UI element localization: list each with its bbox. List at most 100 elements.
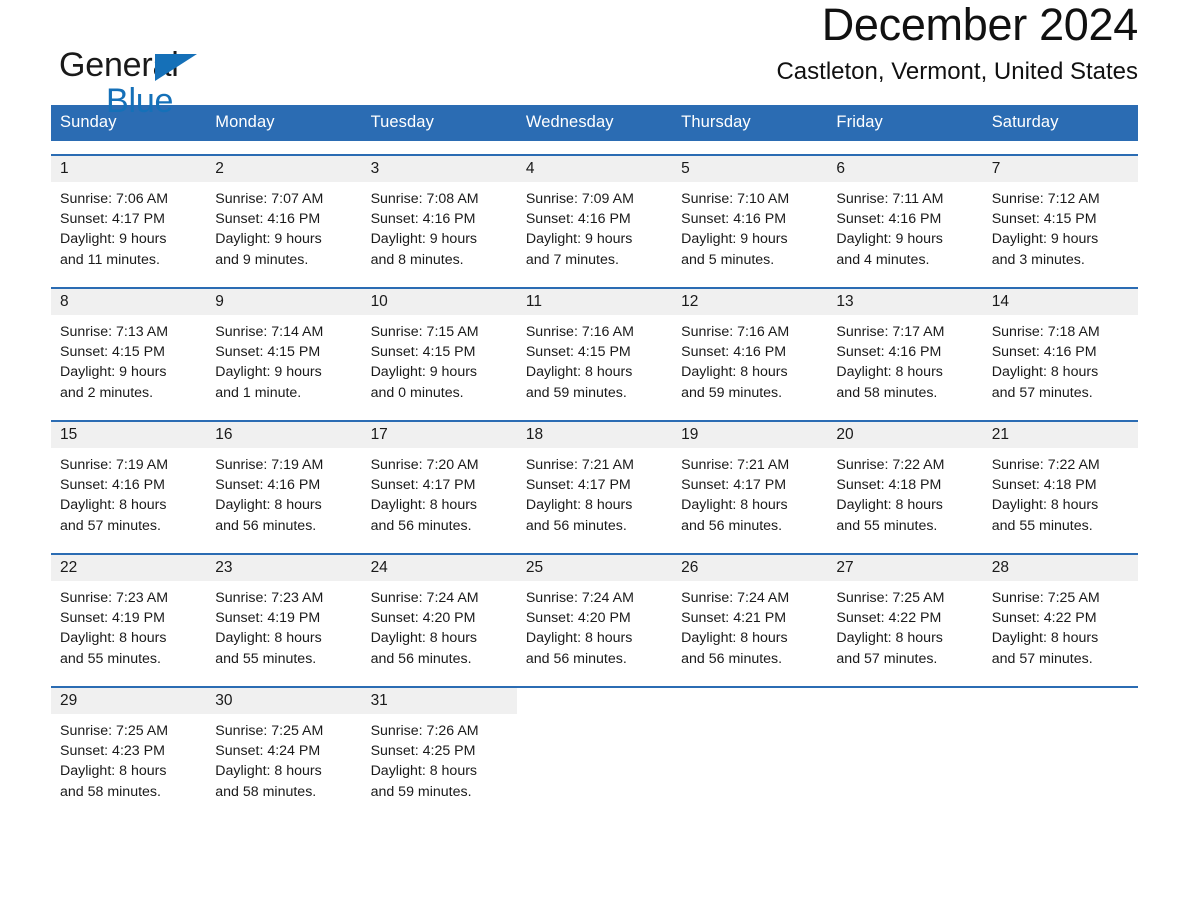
day-number-band: 31 <box>361 688 517 714</box>
day-details: Sunrise: 7:16 AM Sunset: 4:16 PM Dayligh… <box>672 315 827 403</box>
day-cell[interactable]: 23 Sunrise: 7:23 AM Sunset: 4:19 PM Dayl… <box>206 555 362 673</box>
day-number: 21 <box>991 426 1009 443</box>
day-cell[interactable]: 12 Sunrise: 7:16 AM Sunset: 4:16 PM Dayl… <box>672 289 828 407</box>
daylight-text-line1: Daylight: 8 hours <box>370 497 478 514</box>
day-cell[interactable]: 21 Sunrise: 7:22 AM Sunset: 4:18 PM Dayl… <box>982 422 1138 540</box>
day-cell[interactable]: 26 Sunrise: 7:24 AM Sunset: 4:21 PM Dayl… <box>672 555 828 673</box>
daylight-text-line1: Daylight: 8 hours <box>60 763 167 780</box>
day-cell[interactable]: 20 Sunrise: 7:22 AM Sunset: 4:18 PM Dayl… <box>827 422 983 540</box>
day-cell[interactable]: 15 Sunrise: 7:19 AM Sunset: 4:16 PM Dayl… <box>51 422 207 540</box>
sunset-text: Sunset: 4:19 PM <box>215 610 321 627</box>
day-details: Sunrise: 7:23 AM Sunset: 4:19 PM Dayligh… <box>206 581 361 669</box>
daylight-text-line1: Daylight: 8 hours <box>991 630 1099 647</box>
day-cell[interactable]: 8 Sunrise: 7:13 AM Sunset: 4:15 PM Dayli… <box>51 289 207 407</box>
day-number-band: 21 <box>982 422 1138 448</box>
day-details: Sunrise: 7:21 AM Sunset: 4:17 PM Dayligh… <box>672 448 827 536</box>
daylight-text-line2: and 58 minutes. <box>215 783 317 800</box>
daylight-text-line2: and 57 minutes. <box>836 650 938 667</box>
day-cell[interactable]: 24 Sunrise: 7:24 AM Sunset: 4:20 PM Dayl… <box>361 555 517 673</box>
day-number: 9 <box>215 293 224 310</box>
day-number-band: 12 <box>672 289 828 315</box>
day-cell[interactable]: 6 Sunrise: 7:11 AM Sunset: 4:16 PM Dayli… <box>827 156 983 274</box>
day-cell[interactable]: 3 Sunrise: 7:08 AM Sunset: 4:16 PM Dayli… <box>361 156 517 274</box>
day-number-band: 10 <box>361 289 517 315</box>
daylight-text-line2: and 56 minutes. <box>215 517 317 534</box>
day-number: 16 <box>215 426 233 443</box>
page-header: General Blue December 2024 Castleton, Ve… <box>51 0 1138 118</box>
day-cell[interactable]: 27 Sunrise: 7:25 AM Sunset: 4:22 PM Dayl… <box>827 555 983 673</box>
daylight-text-line2: and 56 minutes. <box>525 650 627 667</box>
day-cell[interactable]: 7 Sunrise: 7:12 AM Sunset: 4:15 PM Dayli… <box>982 156 1138 274</box>
daylight-text-line2: and 56 minutes. <box>370 650 472 667</box>
sunrise-text: Sunrise: 7:22 AM <box>836 457 945 473</box>
day-cell[interactable]: 2 Sunrise: 7:07 AM Sunset: 4:16 PM Dayli… <box>206 156 362 274</box>
sunset-text: Sunset: 4:22 PM <box>991 610 1097 627</box>
sunrise-text: Sunrise: 7:23 AM <box>60 590 169 606</box>
day-cell[interactable]: 1 Sunrise: 7:06 AM Sunset: 4:17 PM Dayli… <box>51 156 207 274</box>
week-row: 29 Sunrise: 7:25 AM Sunset: 4:23 PM Dayl… <box>51 686 1138 806</box>
week-row: 8 Sunrise: 7:13 AM Sunset: 4:15 PM Dayli… <box>51 287 1138 407</box>
day-number-band: 26 <box>672 555 828 581</box>
location-subtitle: Castleton, Vermont, United States <box>776 58 1138 86</box>
sunrise-text: Sunrise: 7:16 AM <box>525 324 634 340</box>
brand-logo: General Blue <box>59 48 197 118</box>
sunrise-text: Sunrise: 7:07 AM <box>215 191 324 207</box>
day-details: Sunrise: 7:19 AM Sunset: 4:16 PM Dayligh… <box>206 448 361 536</box>
sunrise-text: Sunrise: 7:19 AM <box>60 457 169 473</box>
day-number: 24 <box>370 559 388 576</box>
day-details: Sunrise: 7:17 AM Sunset: 4:16 PM Dayligh… <box>827 315 982 403</box>
daylight-text-line2: and 56 minutes. <box>681 650 783 667</box>
sunset-text: Sunset: 4:15 PM <box>370 344 476 361</box>
day-number: 19 <box>681 426 699 443</box>
day-cell[interactable]: 10 Sunrise: 7:15 AM Sunset: 4:15 PM Dayl… <box>361 289 517 407</box>
day-details: Sunrise: 7:25 AM Sunset: 4:24 PM Dayligh… <box>206 714 361 802</box>
weekday-tuesday: Tuesday <box>370 113 434 131</box>
day-number: 3 <box>370 160 380 177</box>
weekday-wednesday: Wednesday <box>525 113 614 131</box>
day-cell[interactable]: 9 Sunrise: 7:14 AM Sunset: 4:15 PM Dayli… <box>206 289 362 407</box>
weekday-header-row: Sunday Monday Tuesday Wednesday Thursday… <box>51 105 1138 141</box>
daylight-text-line2: and 56 minutes. <box>681 517 783 534</box>
sunrise-text: Sunrise: 7:21 AM <box>681 457 790 473</box>
day-cell[interactable]: 17 Sunrise: 7:20 AM Sunset: 4:17 PM Dayl… <box>361 422 517 540</box>
day-cell[interactable]: 14 Sunrise: 7:18 AM Sunset: 4:16 PM Dayl… <box>982 289 1138 407</box>
daylight-text-line2: and 7 minutes. <box>525 251 619 268</box>
daylight-text-line1: Daylight: 8 hours <box>525 630 633 647</box>
day-cell[interactable]: 11 Sunrise: 7:16 AM Sunset: 4:15 PM Dayl… <box>516 289 673 407</box>
day-details: Sunrise: 7:18 AM Sunset: 4:16 PM Dayligh… <box>983 315 1138 403</box>
sunrise-text: Sunrise: 7:26 AM <box>370 723 479 739</box>
day-cell[interactable]: 19 Sunrise: 7:21 AM Sunset: 4:17 PM Dayl… <box>672 422 828 540</box>
daylight-text-line2: and 55 minutes. <box>991 517 1093 534</box>
day-cell[interactable]: 5 Sunrise: 7:10 AM Sunset: 4:16 PM Dayli… <box>672 156 828 274</box>
day-number-band: 30 <box>206 688 362 714</box>
day-number-band: 5 <box>672 156 828 182</box>
week-row: 15 Sunrise: 7:19 AM Sunset: 4:16 PM Dayl… <box>51 420 1138 540</box>
day-cell[interactable]: 25 Sunrise: 7:24 AM Sunset: 4:20 PM Dayl… <box>516 555 673 673</box>
day-details: Sunrise: 7:06 AM Sunset: 4:17 PM Dayligh… <box>51 182 206 270</box>
daylight-text-line1: Daylight: 9 hours <box>370 364 478 381</box>
sunrise-text: Sunrise: 7:08 AM <box>370 191 479 207</box>
day-cell[interactable]: 28 Sunrise: 7:25 AM Sunset: 4:22 PM Dayl… <box>982 555 1138 673</box>
day-cell[interactable]: 16 Sunrise: 7:19 AM Sunset: 4:16 PM Dayl… <box>206 422 362 540</box>
sunset-text: Sunset: 4:23 PM <box>60 743 165 760</box>
day-cell[interactable]: 4 Sunrise: 7:09 AM Sunset: 4:16 PM Dayli… <box>516 156 673 274</box>
daylight-text-line2: and 55 minutes. <box>836 517 938 534</box>
day-cell[interactable]: 13 Sunrise: 7:17 AM Sunset: 4:16 PM Dayl… <box>827 289 983 407</box>
sunrise-text: Sunrise: 7:25 AM <box>991 590 1100 606</box>
day-number-band: 15 <box>51 422 207 448</box>
daylight-text-line2: and 56 minutes. <box>370 517 472 534</box>
day-cell[interactable]: 30 Sunrise: 7:25 AM Sunset: 4:24 PM Dayl… <box>206 688 362 806</box>
day-cell[interactable]: 29 Sunrise: 7:25 AM Sunset: 4:23 PM Dayl… <box>51 688 207 806</box>
day-cell[interactable]: 31 Sunrise: 7:26 AM Sunset: 4:25 PM Dayl… <box>361 688 517 806</box>
sunset-text: Sunset: 4:25 PM <box>370 743 476 760</box>
day-cell[interactable]: 18 Sunrise: 7:21 AM Sunset: 4:17 PM Dayl… <box>516 422 673 540</box>
daylight-text-line2: and 5 minutes. <box>681 251 775 268</box>
daylight-text-line2: and 56 minutes. <box>525 517 627 534</box>
sunrise-text: Sunrise: 7:25 AM <box>215 723 324 739</box>
daylight-text-line1: Daylight: 9 hours <box>525 231 633 248</box>
day-number: 15 <box>60 426 78 443</box>
sunset-text: Sunset: 4:16 PM <box>991 344 1097 361</box>
day-number-band: 19 <box>672 422 828 448</box>
day-details: Sunrise: 7:09 AM Sunset: 4:16 PM Dayligh… <box>517 182 672 270</box>
day-cell[interactable]: 22 Sunrise: 7:23 AM Sunset: 4:19 PM Dayl… <box>51 555 207 673</box>
